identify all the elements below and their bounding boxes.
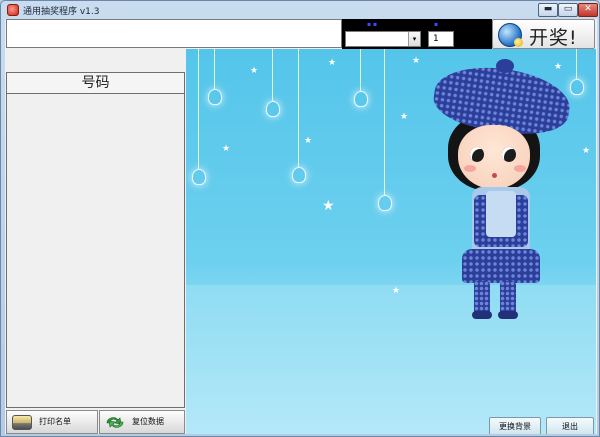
reset-data-button[interactable]: 复位数据 <box>99 410 185 434</box>
doll-eye <box>470 147 484 162</box>
client-area: ▪ ▪ ▪ ▾ 1 开奖! 号码 打印名单 复位数据 ★ ★ ★ ★ ★ ★ ★… <box>5 19 597 434</box>
star-icon: ★ <box>392 286 401 296</box>
settings-label-mark: ▪ ▪ <box>367 21 378 28</box>
star-icon: ★ <box>328 58 337 68</box>
name-input[interactable] <box>6 19 342 48</box>
window-title: 通用抽奖程序 v1.3 <box>23 7 100 17</box>
doll-leg <box>500 281 516 315</box>
star-icon: ★ <box>322 198 335 214</box>
minimize-button[interactable]: ▬ <box>538 3 558 17</box>
bulb-wire <box>272 49 273 101</box>
lightbulb-icon <box>292 167 306 183</box>
doll-shoe <box>498 311 518 319</box>
winner-list[interactable]: 号码 <box>6 72 185 408</box>
star-icon: ★ <box>222 144 231 154</box>
doll-leg <box>474 281 490 315</box>
bulb-wire <box>360 49 361 91</box>
draw-settings-panel: ▪ ▪ ▪ ▾ 1 <box>342 19 492 49</box>
lottery-icon <box>498 23 523 47</box>
change-background-button[interactable]: 更换背景 <box>489 417 541 434</box>
lightbulb-icon <box>378 195 392 211</box>
bulb-wire <box>198 49 199 169</box>
background-image: ★ ★ ★ ★ ★ ★ ★ ★ ★ ★ 更换背景 退出 <box>186 49 596 434</box>
bulb-wire <box>576 49 577 79</box>
count-input[interactable]: 1 <box>428 31 454 47</box>
print-list-button[interactable]: 打印名单 <box>6 410 98 434</box>
bulb-wire <box>298 49 299 167</box>
star-icon: ★ <box>250 66 259 76</box>
doll-mouth <box>492 173 497 178</box>
lightbulb-icon <box>208 89 222 105</box>
doll-shirt <box>486 191 516 237</box>
close-button[interactable]: ✕ <box>578 3 598 17</box>
star-icon: ★ <box>582 146 591 156</box>
print-list-label: 打印名单 <box>39 417 71 426</box>
doll-hat-bobble <box>496 59 514 73</box>
reset-data-label: 复位数据 <box>132 417 164 426</box>
list-header: 号码 <box>7 73 184 94</box>
doll-shoe <box>472 311 492 319</box>
lightbulb-icon <box>266 101 280 117</box>
title-bar: 通用抽奖程序 v1.3 ▬ ▭ ✕ <box>1 1 599 19</box>
count-label-mark: ▪ <box>434 21 439 28</box>
chevron-down-icon[interactable]: ▾ <box>408 32 420 46</box>
doll-face <box>458 125 530 189</box>
bulb-wire <box>384 49 385 195</box>
doll-skirt <box>462 249 540 283</box>
exit-button[interactable]: 退出 <box>546 417 594 434</box>
start-draw-button[interactable]: 开奖! <box>492 19 595 49</box>
star-icon: ★ <box>400 112 409 122</box>
app-window: 通用抽奖程序 v1.3 ▬ ▭ ✕ ▪ ▪ ▪ ▾ 1 开奖! 号码 打印名单 <box>0 0 600 437</box>
bulb-wire <box>214 49 215 89</box>
printer-icon <box>12 415 32 430</box>
recycle-icon <box>106 417 124 428</box>
maximize-button[interactable]: ▭ <box>558 3 578 17</box>
doll-cheek <box>464 165 476 172</box>
doll-eye <box>502 147 516 162</box>
doll-illustration <box>426 59 576 319</box>
lightbulb-icon <box>192 169 206 185</box>
star-icon: ★ <box>304 136 313 146</box>
app-icon <box>7 4 19 16</box>
star-icon: ★ <box>412 56 421 66</box>
start-draw-label: 开奖! <box>529 27 578 49</box>
prize-select[interactable]: ▾ <box>345 31 421 47</box>
doll-cheek <box>514 165 526 172</box>
lightbulb-icon <box>354 91 368 107</box>
